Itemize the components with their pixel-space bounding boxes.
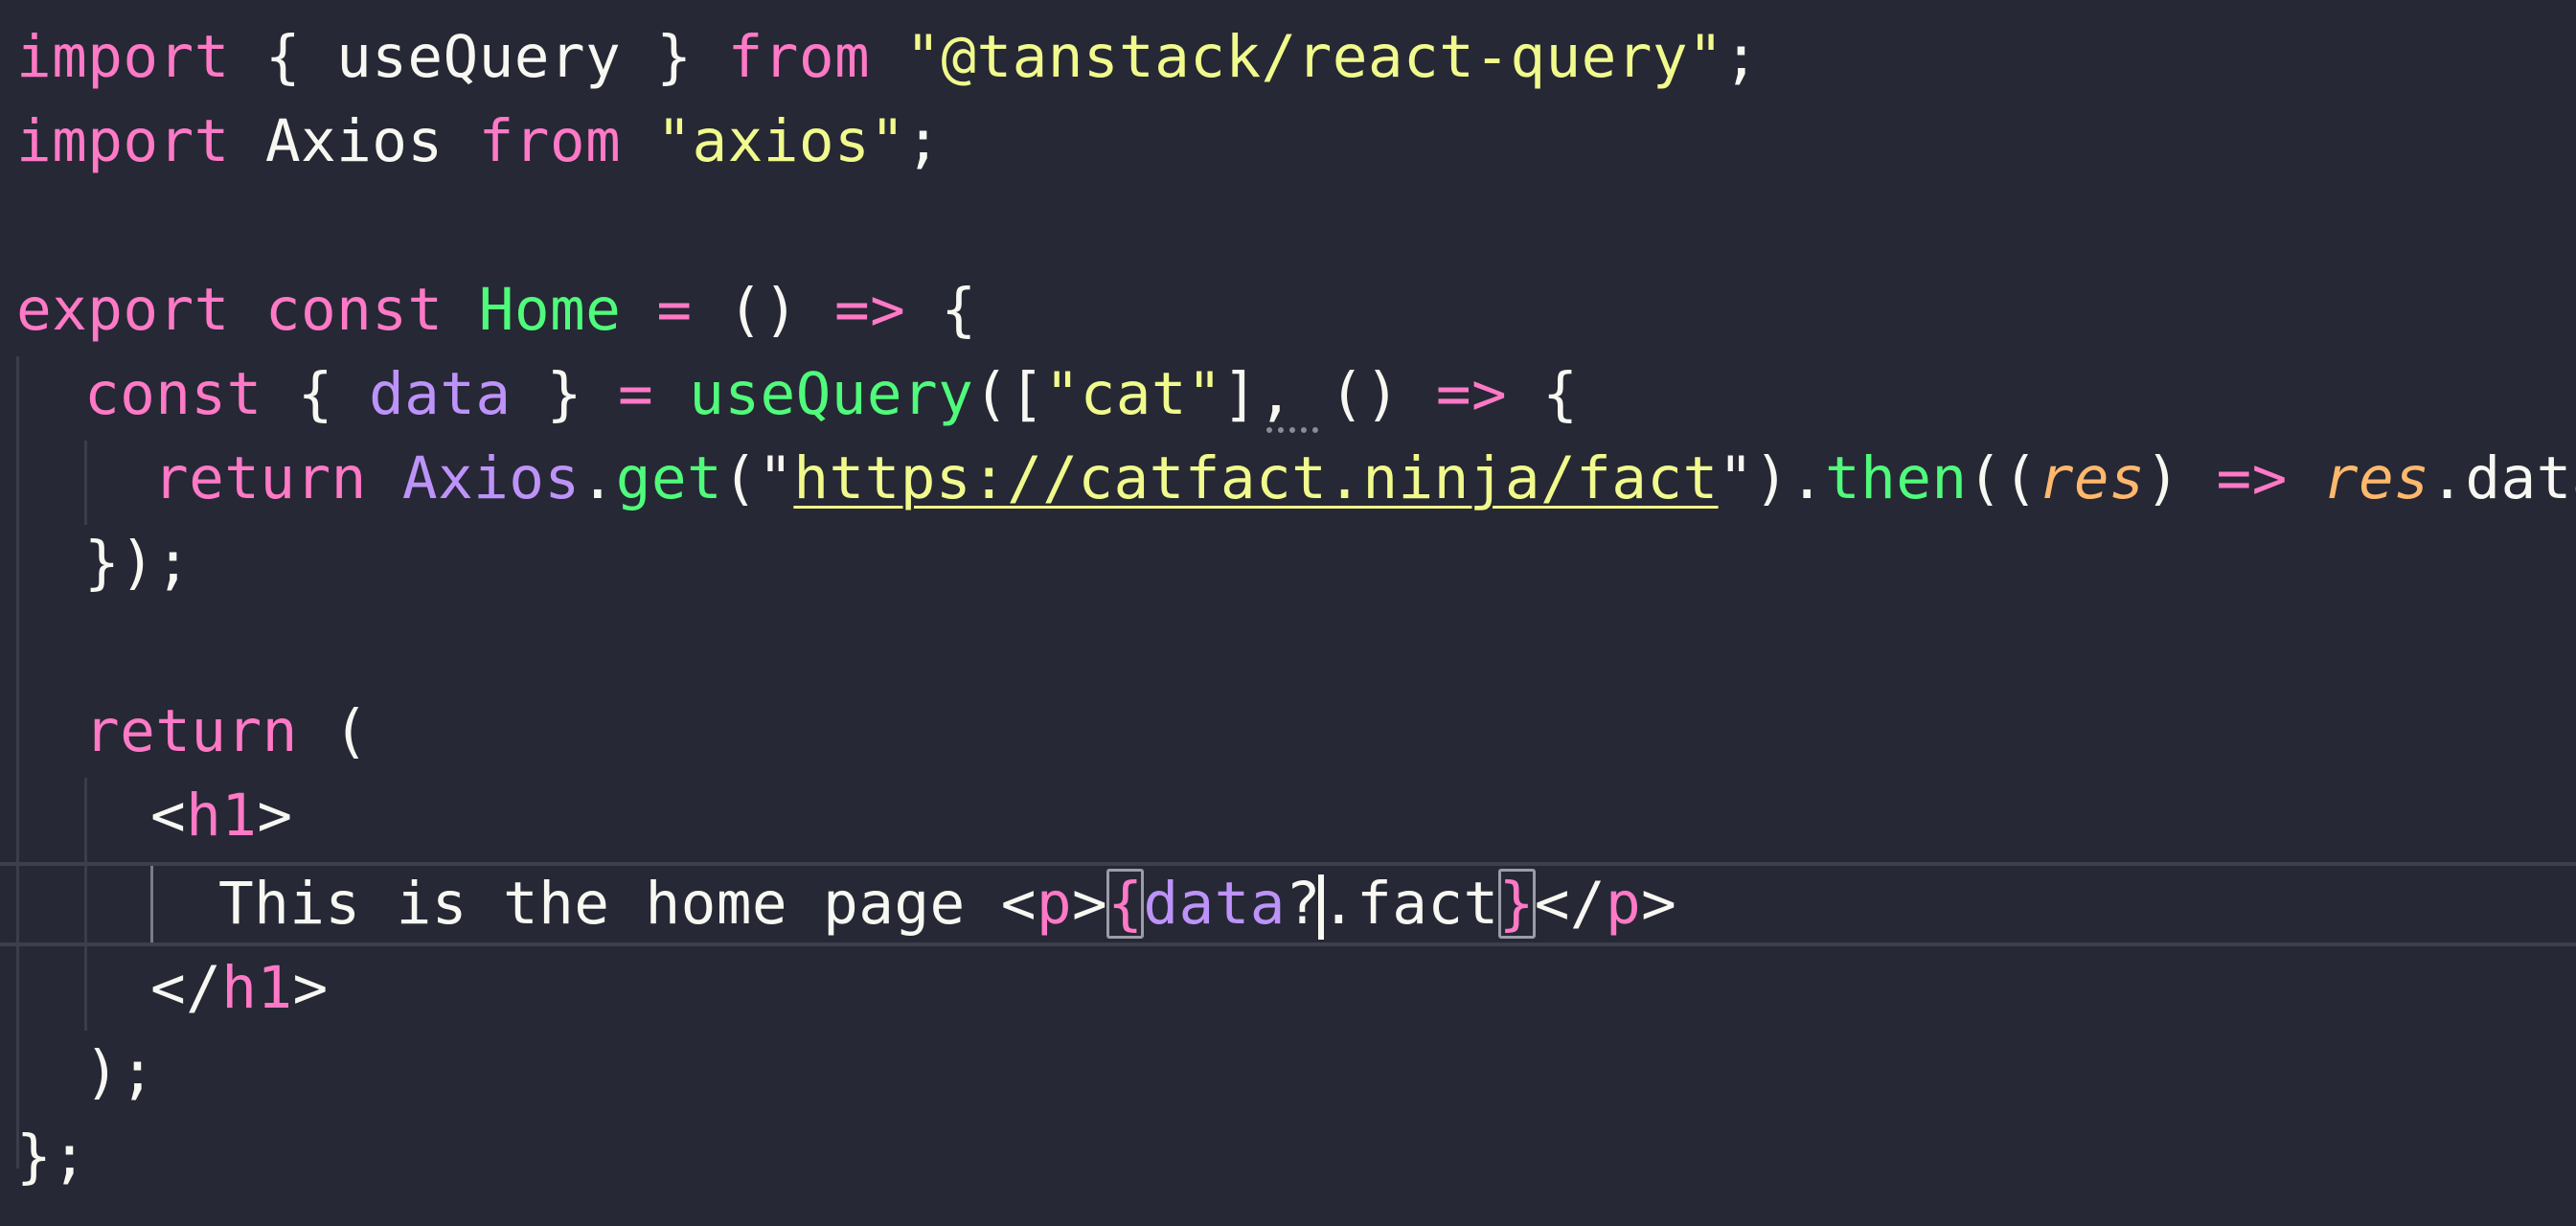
token: h1 <box>186 782 258 850</box>
token: => <box>834 276 906 344</box>
token: }; <box>16 1123 88 1191</box>
token: ([ <box>973 360 1045 428</box>
token: import <box>16 23 230 91</box>
code-line-8[interactable] <box>0 605 2576 690</box>
matching-bracket-close: } <box>1497 869 1536 939</box>
token: = <box>656 276 693 344</box>
token: p <box>1036 870 1073 938</box>
token: Axios <box>229 107 479 175</box>
token: data <box>1143 870 1286 938</box>
token: then <box>1825 444 1968 512</box>
code-line-7[interactable]: }); <box>0 521 2576 605</box>
token: < <box>150 782 187 850</box>
token: } <box>621 23 728 91</box>
code-line-11-current[interactable]: This is the home page <p>{data?.fact}</p… <box>0 862 2576 946</box>
code-line-6[interactable]: return Axios.get("https://catfact.ninja/… <box>0 437 2576 521</box>
token: ( <box>297 697 370 765</box>
token: (( <box>1967 444 2039 512</box>
token: import <box>16 107 230 175</box>
token: const <box>84 360 262 428</box>
token: > <box>257 782 293 850</box>
token: { <box>905 276 977 344</box>
token: () <box>692 276 834 344</box>
code-line-4[interactable]: export const Home = () => { <box>0 268 2576 352</box>
token: ; <box>905 107 942 175</box>
token: from <box>478 107 622 175</box>
code-line-13[interactable]: ); <box>0 1031 2576 1115</box>
token: useQuery <box>689 360 974 428</box>
token: res <box>2038 444 2146 512</box>
token: ? <box>1285 870 1321 938</box>
token: get <box>615 444 723 512</box>
token: return <box>84 697 298 765</box>
token: "axios" <box>656 107 906 175</box>
code-line-2[interactable]: import Axios from "axios"; <box>0 100 2576 184</box>
token: Home <box>478 276 622 344</box>
token: .data); <box>2429 444 2576 512</box>
token: return <box>153 444 367 512</box>
token: res <box>2322 444 2430 512</box>
token: ; <box>1723 23 1760 91</box>
token: { <box>1507 360 1579 428</box>
token: { <box>262 360 370 428</box>
code-line-1[interactable]: import { useQuery } from "@tanstack/reac… <box>0 15 2576 100</box>
token: "cat" <box>1044 360 1223 428</box>
token: (" <box>722 444 794 512</box>
code-line-5[interactable]: const { data } = useQuery(["cat"], () =>… <box>0 352 2576 437</box>
code-line-12[interactable]: </h1> <box>0 946 2576 1031</box>
token: This is the home page <box>218 870 1001 938</box>
token: ], () <box>1222 360 1436 428</box>
code-line-14[interactable]: }; <box>0 1115 2576 1199</box>
token: => <box>2216 444 2288 512</box>
token: "). <box>1718 444 1825 512</box>
token: > <box>1641 870 1677 938</box>
code-line-10[interactable]: <h1> <box>0 774 2576 858</box>
token: ) <box>2145 444 2217 512</box>
token: Axios <box>401 444 581 512</box>
token: => <box>1435 360 1508 428</box>
matching-bracket-open: { <box>1106 869 1145 939</box>
token: < <box>1000 870 1037 938</box>
token: export <box>16 276 230 344</box>
code-line-3[interactable] <box>0 184 2576 268</box>
token: .fact <box>1320 870 1499 938</box>
token: const <box>264 276 444 344</box>
token: data <box>369 360 512 428</box>
token: </ <box>150 954 222 1022</box>
code-editor[interactable]: import { useQuery } from "@tanstack/reac… <box>0 0 2576 1226</box>
token: }); <box>84 529 192 597</box>
token: </ <box>1534 870 1607 938</box>
token: useQuery <box>336 23 622 91</box>
token: ); <box>84 1038 156 1106</box>
token: p <box>1606 870 1642 938</box>
token: { <box>229 23 337 91</box>
code-line-9[interactable]: return ( <box>0 690 2576 774</box>
token: = <box>617 360 654 428</box>
token: > <box>292 954 329 1022</box>
url-link[interactable]: https://catfact.ninja/fact <box>793 444 1718 512</box>
token: from <box>727 23 871 91</box>
token: } <box>511 360 618 428</box>
token: h1 <box>221 954 293 1022</box>
token: "@tanstack/react-query" <box>905 23 1724 91</box>
token: > <box>1072 870 1108 938</box>
token: . <box>580 444 616 512</box>
